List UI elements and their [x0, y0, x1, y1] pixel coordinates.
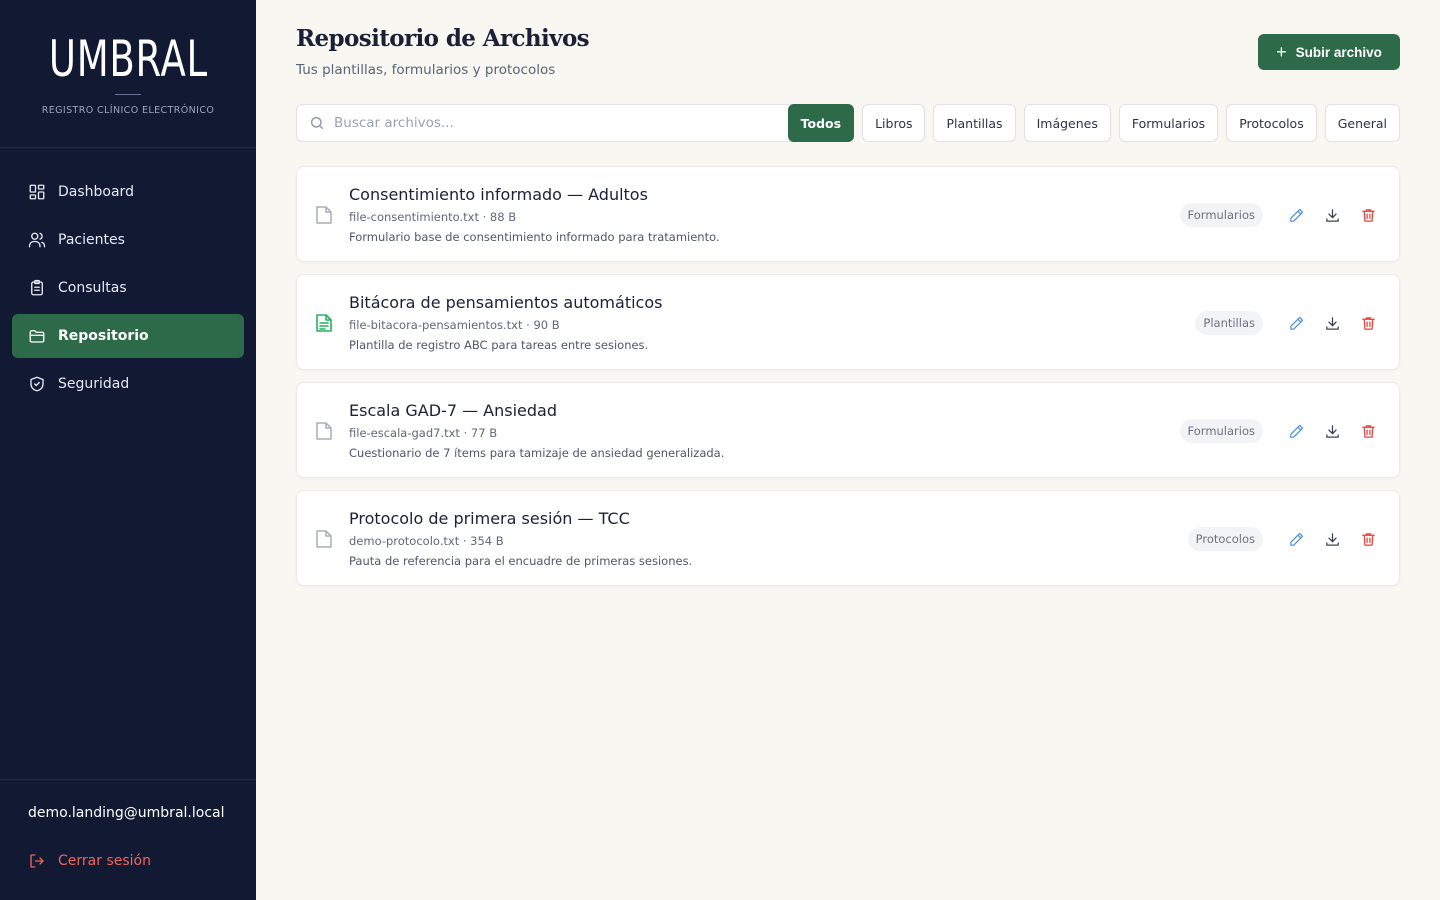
file-card: Consentimiento informado — Adultos file-…	[296, 166, 1400, 262]
file-description: Cuestionario de 7 ítems para tamizaje de…	[349, 446, 725, 460]
file-icon	[316, 206, 332, 224]
pencil-icon	[1289, 208, 1303, 222]
file-icon	[316, 530, 332, 548]
filter-protocolos[interactable]: Protocolos	[1226, 104, 1317, 142]
file-text-icon	[316, 314, 332, 332]
sidebar-item-consultas[interactable]: Consultas	[12, 266, 244, 310]
download-icon	[1325, 316, 1339, 330]
filter-plantillas[interactable]: Plantillas	[933, 104, 1016, 142]
file-card: Bitácora de pensamientos automáticos fil…	[296, 274, 1400, 370]
sidebar-item-dashboard[interactable]: Dashboard	[12, 170, 244, 214]
category-filters: Todos Libros Plantillas Imágenes Formula…	[787, 104, 1400, 142]
filter-libros[interactable]: Libros	[862, 104, 926, 142]
file-card: Protocolo de primera sesión — TCC demo-p…	[296, 490, 1400, 586]
file-card: Escala GAD-7 — Ansiedad file-escala-gad7…	[296, 382, 1400, 478]
plus-icon: +	[1276, 42, 1287, 62]
logout-label: Cerrar sesión	[58, 853, 151, 869]
file-meta: file-bitacora-pensamientos.txt · 90 B	[349, 318, 560, 332]
sidebar-nav: Dashboard Pacientes Consultas Repositori…	[12, 170, 244, 410]
sidebar-footer: demo.landing@umbral.local Cerrar sesión	[0, 779, 256, 900]
file-title[interactable]: Escala GAD-7 — Ansiedad	[349, 401, 557, 420]
edit-button[interactable]	[1286, 529, 1306, 549]
page-subtitle: Tus plantillas, formularios y protocolos	[296, 62, 556, 78]
upload-file-button[interactable]: + Subir archivo	[1258, 34, 1400, 70]
users-icon	[28, 232, 46, 248]
download-icon	[1325, 208, 1339, 222]
file-description: Plantilla de registro ABC para tareas en…	[349, 338, 649, 352]
pencil-icon	[1289, 424, 1303, 438]
pencil-icon	[1289, 316, 1303, 330]
sidebar-item-label: Repositorio	[58, 328, 149, 344]
file-meta: demo-protocolo.txt · 354 B	[349, 534, 504, 548]
clipboard-icon	[31, 279, 43, 296]
dashboard-icon	[29, 184, 45, 200]
file-title[interactable]: Protocolo de primera sesión — TCC	[349, 509, 630, 528]
download-icon	[1325, 424, 1339, 438]
trash-icon	[1361, 532, 1375, 546]
logout-icon	[30, 854, 44, 868]
filter-formularios[interactable]: Formularios	[1118, 104, 1219, 142]
sidebar-item-label: Consultas	[58, 280, 127, 296]
edit-button[interactable]	[1286, 205, 1306, 225]
sidebar-item-label: Pacientes	[58, 232, 125, 248]
category-badge: Plantillas	[1195, 311, 1263, 335]
edit-button[interactable]	[1286, 421, 1306, 441]
pencil-icon	[1289, 532, 1303, 546]
shield-icon	[30, 376, 44, 392]
file-title[interactable]: Consentimiento informado — Adultos	[349, 185, 648, 204]
sidebar-item-repositorio[interactable]: Repositorio	[12, 314, 244, 358]
sidebar: UMBRAL REGISTRO CLÍNICO ELECTRÓNICO Dash…	[0, 0, 256, 900]
trash-icon	[1361, 208, 1375, 222]
file-title[interactable]: Bitácora de pensamientos automáticos	[349, 293, 662, 312]
sidebar-item-label: Seguridad	[58, 376, 130, 392]
category-badge: Protocolos	[1187, 527, 1263, 551]
brand-divider	[115, 94, 141, 95]
search-box	[296, 104, 812, 142]
file-meta: file-consentimiento.txt · 88 B	[349, 210, 517, 224]
filter-todos[interactable]: Todos	[787, 104, 855, 142]
edit-button[interactable]	[1286, 313, 1306, 333]
user-email: demo.landing@umbral.local	[28, 805, 225, 821]
delete-button[interactable]	[1358, 205, 1378, 225]
page-title: Repositorio de Archivos	[296, 25, 590, 52]
file-meta: file-escala-gad7.txt · 77 B	[349, 426, 498, 440]
download-icon	[1325, 532, 1339, 546]
brand: UMBRAL REGISTRO CLÍNICO ELECTRÓNICO	[0, 0, 256, 148]
download-button[interactable]	[1322, 529, 1342, 549]
folder-icon	[29, 330, 45, 343]
logout-button[interactable]: Cerrar sesión	[28, 852, 151, 870]
file-description: Formulario base de consentimiento inform…	[349, 230, 720, 244]
sidebar-item-label: Dashboard	[58, 184, 134, 200]
file-icon	[316, 422, 332, 440]
brand-subtitle: REGISTRO CLÍNICO ELECTRÓNICO	[41, 105, 215, 116]
download-button[interactable]	[1322, 421, 1342, 441]
search-input[interactable]	[334, 115, 774, 131]
download-button[interactable]	[1322, 313, 1342, 333]
trash-icon	[1361, 316, 1375, 330]
sidebar-item-seguridad[interactable]: Seguridad	[12, 362, 244, 406]
filter-general[interactable]: General	[1324, 104, 1400, 142]
delete-button[interactable]	[1358, 313, 1378, 333]
delete-button[interactable]	[1358, 529, 1378, 549]
brand-logo: UMBRAL	[48, 30, 208, 88]
search-icon	[311, 117, 323, 129]
sidebar-item-pacientes[interactable]: Pacientes	[12, 218, 244, 262]
category-badge: Formularios	[1179, 203, 1263, 227]
upload-file-label: Subir archivo	[1295, 44, 1382, 60]
download-button[interactable]	[1322, 205, 1342, 225]
filter-imagenes[interactable]: Imágenes	[1023, 104, 1111, 142]
file-description: Pauta de referencia para el encuadre de …	[349, 554, 693, 568]
category-badge: Formularios	[1179, 419, 1263, 443]
file-list: Consentimiento informado — Adultos file-…	[296, 166, 1400, 598]
delete-button[interactable]	[1358, 421, 1378, 441]
trash-icon	[1361, 424, 1375, 438]
